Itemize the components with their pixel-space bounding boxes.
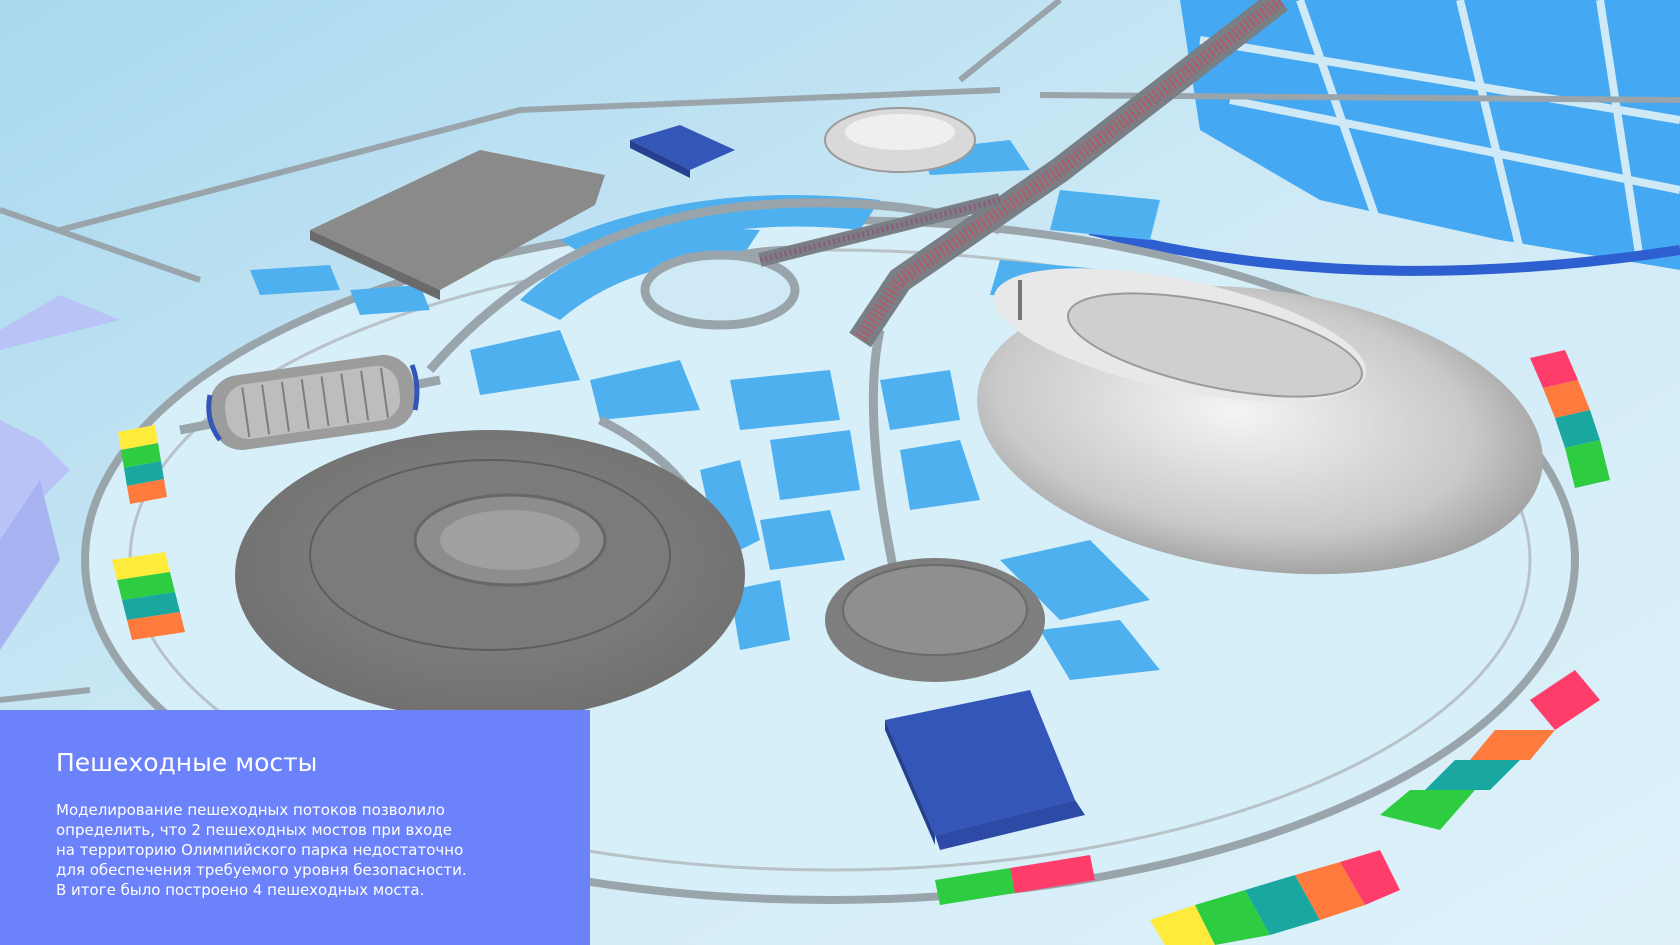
roundabout xyxy=(640,250,800,330)
central-stadium xyxy=(235,430,745,720)
info-panel: Пешеходные мосты Моделирование пешеходны… xyxy=(0,710,590,945)
white-arena-building xyxy=(824,107,976,173)
panel-description: Моделирование пешеходных потоков позволи… xyxy=(56,801,467,899)
panel-title: Пешеходные мосты xyxy=(56,748,318,777)
round-arena-building xyxy=(825,558,1045,682)
